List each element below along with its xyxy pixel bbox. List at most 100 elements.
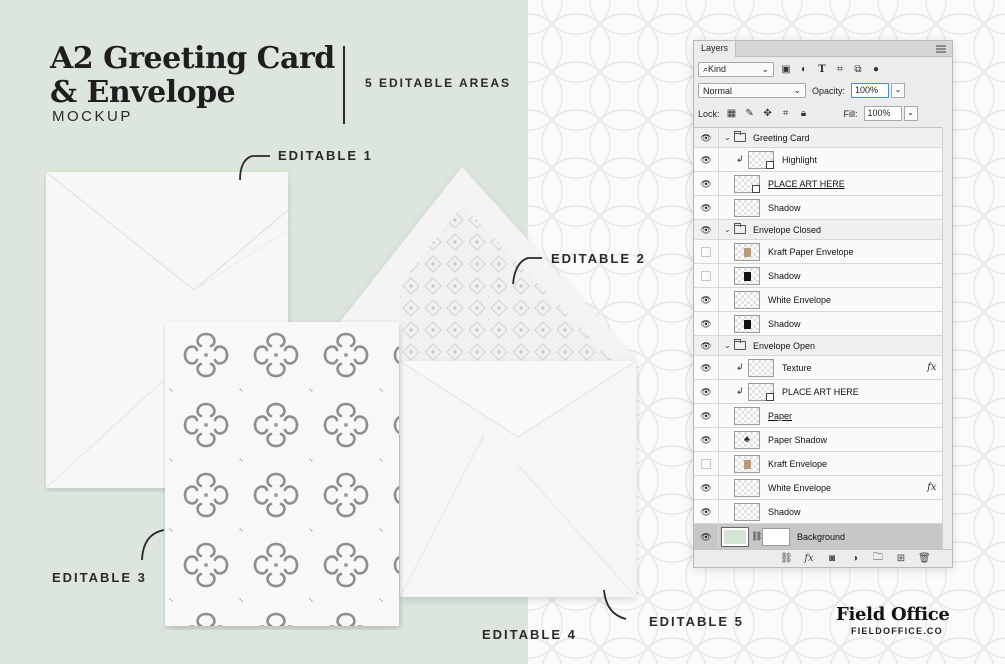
eye-icon[interactable]: 👁︎: [700, 132, 712, 144]
thumbnail-mark: [744, 459, 751, 469]
fill-dropdown[interactable]: ⌄: [903, 106, 918, 121]
layer-thumbnail: [748, 150, 774, 169]
visibility-column-divider: [718, 356, 719, 379]
eye-icon[interactable]: 👁︎: [700, 531, 712, 543]
smart-object-filter-icon[interactable]: ⧉: [852, 64, 864, 76]
layer-name: PLACE ART HERE: [782, 386, 859, 397]
opacity-dropdown[interactable]: ⌄: [891, 83, 906, 98]
lock-transparency-icon[interactable]: ▦: [726, 108, 738, 120]
visibility-column-divider: [718, 148, 719, 171]
eye-icon[interactable]: 👁︎: [700, 318, 712, 330]
visibility-column-divider: [718, 428, 719, 451]
eye-icon[interactable]: 👁︎: [700, 178, 712, 190]
mask-icon[interactable]: ◙: [826, 553, 838, 564]
eye-icon[interactable]: 👁︎: [700, 482, 712, 494]
pixel-filter-icon[interactable]: ▣: [780, 64, 792, 76]
lock-position-icon[interactable]: ✥: [762, 108, 774, 120]
eye-icon[interactable]: 👁︎: [700, 386, 712, 398]
layers-tab[interactable]: Layers: [694, 41, 737, 57]
layer-thumbnail: [734, 242, 760, 261]
eye-icon[interactable]: 👁︎: [700, 224, 712, 236]
layer-group-row[interactable]: 👁︎ ⌄ Greeting Card: [694, 128, 952, 148]
type-filter-icon[interactable]: T: [816, 64, 828, 76]
layer-row[interactable]: 👁︎ ↲ PLACE ART HERE: [694, 380, 952, 404]
layer-thumbnail: [721, 526, 749, 547]
blend-row: Normal ⌄ Opacity: 100% ⌄: [698, 83, 906, 98]
trash-icon[interactable]: 🗑︎: [918, 553, 931, 564]
filter-kind-value: Kind: [708, 64, 727, 74]
folder-icon: [734, 339, 746, 350]
layer-list: 👁︎ ⌄ Greeting Card 👁︎ ↲ Highlight 👁︎ PLACE ART …: [694, 127, 952, 551]
mask-link-icon[interactable]: ⛓︎: [751, 531, 762, 542]
folder-icon: [734, 223, 746, 234]
layer-row[interactable]: 👁︎ ↲ Texture fx ⌄: [694, 356, 952, 380]
visibility-off-box[interactable]: [701, 458, 711, 469]
layer-name: PLACE ART HERE: [768, 178, 845, 189]
visibility-column-divider: [718, 220, 719, 239]
visibility-column-divider: [718, 240, 719, 263]
filter-toggle-icon[interactable]: ●: [870, 64, 882, 76]
shape-filter-icon[interactable]: ⌗: [834, 64, 846, 76]
filter-kind-select[interactable]: ⌕Kind ⌄: [698, 62, 774, 77]
eye-icon[interactable]: 👁︎: [700, 506, 712, 518]
layer-row[interactable]: Kraft Paper Envelope: [694, 240, 952, 264]
eye-icon[interactable]: 👁︎: [700, 154, 712, 166]
layer-row[interactable]: 👁︎ Shadow: [694, 312, 952, 336]
eye-icon[interactable]: 👁︎: [700, 434, 712, 446]
layer-row[interactable]: 👁︎ White Envelope fx ⌄: [694, 476, 952, 500]
opacity-input[interactable]: 100%: [851, 83, 890, 98]
visibility-off-box[interactable]: [701, 270, 711, 281]
adjustment-filter-icon[interactable]: ◐: [798, 64, 810, 76]
layer-row[interactable]: 👁︎ PLACE ART HERE: [694, 172, 952, 196]
fx-icon[interactable]: fx: [803, 553, 815, 564]
eye-icon[interactable]: 👁︎: [700, 202, 712, 214]
layer-name: Shadow: [768, 202, 801, 213]
title-divider: [343, 46, 345, 124]
layer-row[interactable]: 👁︎ ↲ Highlight: [694, 148, 952, 172]
expand-chevron-icon[interactable]: ⌄: [724, 133, 731, 142]
eye-icon[interactable]: 👁︎: [700, 362, 712, 374]
new-layer-icon[interactable]: ⊞: [895, 553, 907, 564]
layer-row[interactable]: 👁︎ ♣ Paper Shadow: [694, 428, 952, 452]
chevron-down-icon: ⌄: [761, 64, 769, 74]
lock-all-icon[interactable]: 🔒︎: [798, 108, 810, 120]
eye-icon[interactable]: 👁︎: [700, 294, 712, 306]
layer-row[interactable]: 👁︎ Paper: [694, 404, 952, 428]
eye-icon[interactable]: 👁︎: [700, 340, 712, 352]
layer-thumbnail: [734, 454, 760, 473]
layer-name: Paper: [768, 410, 793, 421]
visibility-column-divider: [718, 380, 719, 403]
layer-row[interactable]: 👁︎ Shadow: [694, 500, 952, 524]
layer-group-row[interactable]: 👁︎ ⌄ Envelope Open: [694, 336, 952, 356]
new-group-icon[interactable]: 🗀︎: [872, 550, 884, 567]
layer-thumbnail: [734, 174, 760, 193]
expand-chevron-icon[interactable]: ⌄: [724, 341, 731, 350]
layer-group-row[interactable]: 👁︎ ⌄ Envelope Closed: [694, 220, 952, 240]
layer-name: Kraft Envelope: [768, 458, 828, 469]
layer-row[interactable]: Shadow: [694, 264, 952, 288]
visibility-column-divider: [718, 476, 719, 499]
layer-thumbnail: [734, 290, 760, 309]
lock-artboard-icon[interactable]: ⌗: [780, 108, 792, 120]
callout-editable-5: EDITABLE 5: [649, 614, 744, 629]
expand-chevron-icon[interactable]: ⌄: [724, 225, 731, 234]
lock-paint-icon[interactable]: ✎: [744, 108, 756, 120]
layer-thumbnail: [748, 382, 774, 401]
layer-list-scrollbar[interactable]: [942, 127, 952, 551]
blend-mode-select[interactable]: Normal ⌄: [698, 83, 806, 98]
visibility-column-divider: [718, 196, 719, 219]
folder-icon: [734, 131, 746, 142]
layer-row[interactable]: 👁︎ ⛓︎ Background: [694, 524, 952, 550]
eye-icon[interactable]: 👁︎: [700, 410, 712, 422]
visibility-off-box[interactable]: [701, 246, 711, 257]
layer-name: White Envelope: [768, 294, 832, 305]
panel-menu-icon[interactable]: [936, 45, 946, 53]
adjustment-icon[interactable]: ◑: [849, 553, 861, 564]
fill-input[interactable]: 100%: [863, 106, 902, 121]
layer-row[interactable]: 👁︎ White Envelope: [694, 288, 952, 312]
greeting-card: [165, 322, 399, 626]
link-icon[interactable]: ⛓︎: [780, 553, 793, 564]
layer-row[interactable]: 👁︎ Shadow: [694, 196, 952, 220]
visibility-column-divider: [718, 336, 719, 355]
layer-row[interactable]: Kraft Envelope: [694, 452, 952, 476]
